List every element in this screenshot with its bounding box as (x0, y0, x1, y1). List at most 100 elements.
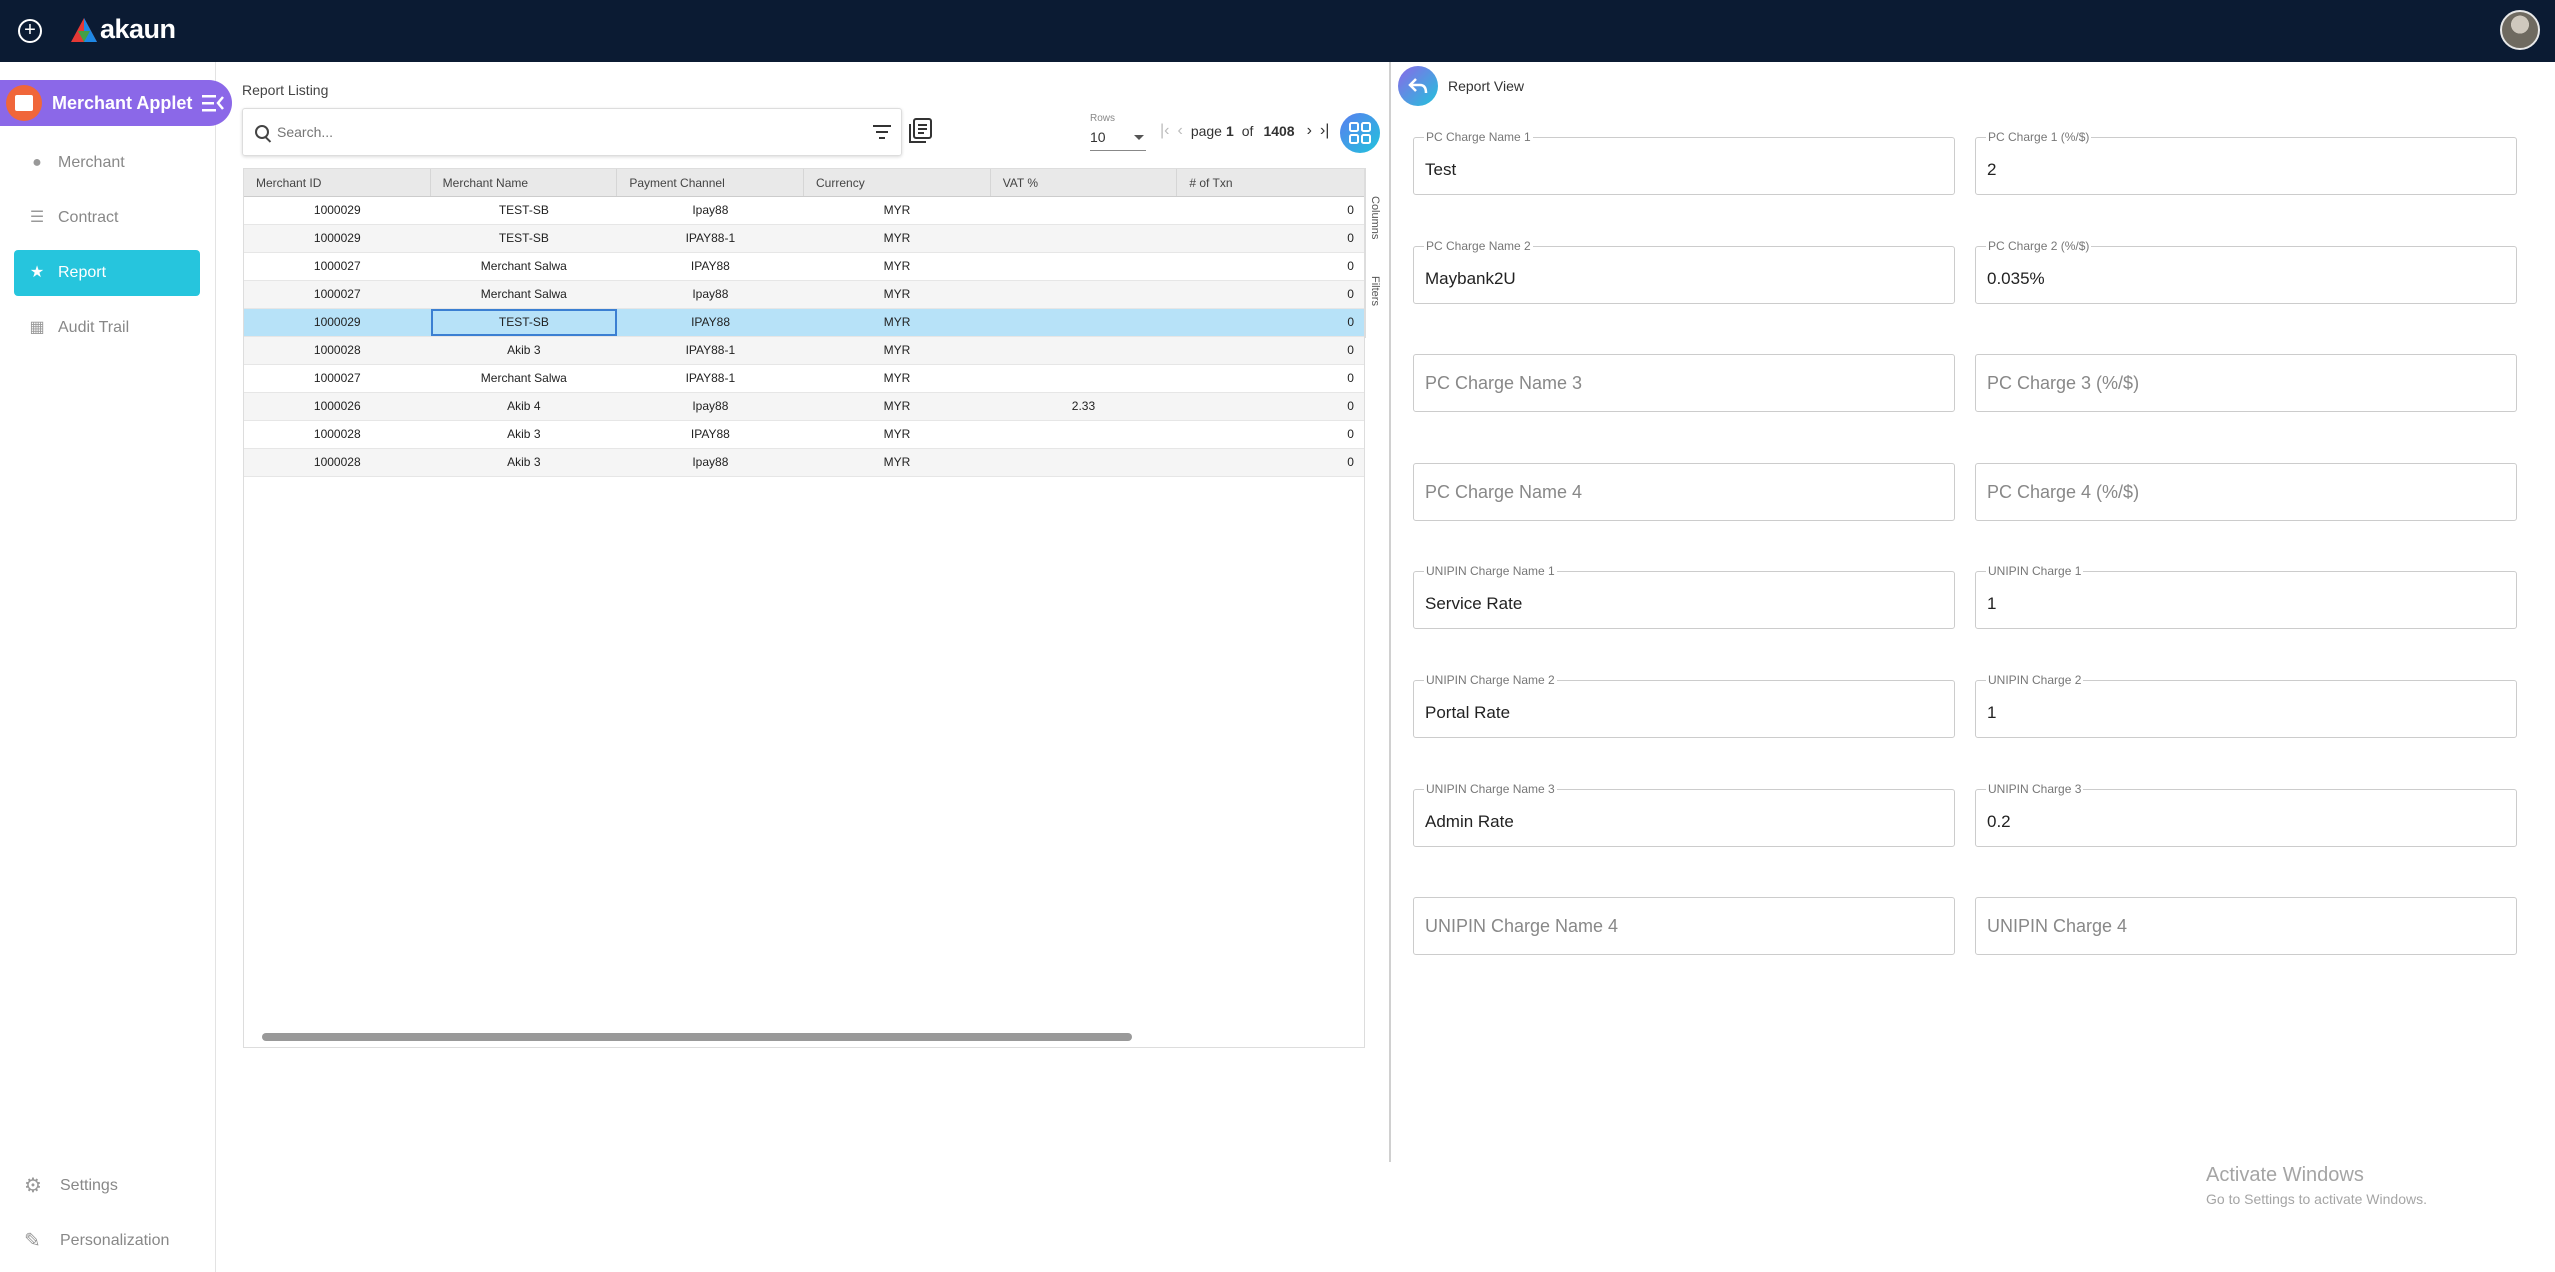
table-cell[interactable]: TEST-SB (431, 197, 618, 224)
filters-tab[interactable]: Filters (1369, 276, 1381, 306)
table-cell[interactable]: 0 (1177, 365, 1364, 392)
table-cell[interactable]: MYR (804, 393, 991, 420)
table-cell[interactable] (990, 337, 1177, 364)
field-placeholder[interactable]: PC Charge 3 (%/$) (1987, 373, 2139, 394)
field-placeholder[interactable]: UNIPIN Charge 4 (1987, 916, 2127, 937)
back-button[interactable] (1398, 66, 1438, 106)
prev-page-icon[interactable]: ‹ (1177, 122, 1182, 140)
search-input[interactable] (277, 124, 837, 140)
table-row[interactable]: 1000028 Akib 3 IPAY88 MYR 0 (244, 421, 1364, 449)
table-cell[interactable]: 1000029 (244, 225, 431, 252)
last-page-icon[interactable]: ›| (1320, 122, 1329, 140)
column-header[interactable]: Payment Channel (617, 169, 805, 196)
table-cell[interactable]: MYR (804, 449, 991, 476)
table-cell[interactable] (990, 309, 1177, 336)
form-field[interactable]: PC Charge 1 (%/$) 2 (1975, 130, 2517, 195)
table-cell[interactable]: 1000027 (244, 365, 431, 392)
column-header[interactable]: VAT % (991, 169, 1178, 196)
table-row[interactable]: 1000029 TEST-SB Ipay88 MYR 0 (244, 197, 1364, 225)
field-placeholder[interactable]: PC Charge Name 3 (1425, 373, 1582, 394)
form-field[interactable]: PC Charge 2 (%/$) 0.035% (1975, 238, 2517, 304)
table-cell[interactable]: 2.33 (990, 393, 1177, 420)
table-cell[interactable]: 1000029 (244, 309, 431, 336)
column-header[interactable]: Merchant ID (244, 169, 431, 196)
table-cell[interactable]: MYR (804, 281, 991, 308)
horizontal-scrollbar[interactable] (246, 1030, 1362, 1044)
table-cell[interactable]: 1000027 (244, 281, 431, 308)
applet-header[interactable]: Merchant Applet (0, 80, 232, 126)
grid-view-button[interactable] (1340, 113, 1380, 153)
table-cell[interactable]: IPAY88 (617, 253, 804, 280)
table-row[interactable]: 1000027 Merchant Salwa Ipay88 MYR 0 (244, 281, 1364, 309)
field-value[interactable]: Service Rate (1425, 594, 1522, 614)
table-cell[interactable]: 1000026 (244, 393, 431, 420)
table-cell[interactable]: Ipay88 (617, 393, 804, 420)
table-row[interactable]: 1000028 Akib 3 IPAY88-1 MYR 0 (244, 337, 1364, 365)
field-placeholder[interactable]: UNIPIN Charge Name 4 (1425, 916, 1618, 937)
table-cell[interactable]: MYR (804, 253, 991, 280)
columns-tab[interactable]: Columns (1369, 196, 1381, 239)
table-cell[interactable]: MYR (804, 337, 991, 364)
table-cell[interactable]: MYR (804, 197, 991, 224)
table-row[interactable]: 1000028 Akib 3 Ipay88 MYR 0 (244, 449, 1364, 477)
table-cell[interactable]: 0 (1177, 337, 1364, 364)
settings-link[interactable]: ⚙ Settings (24, 1175, 118, 1197)
form-field[interactable]: UNIPIN Charge 4 (1975, 897, 2517, 956)
form-field[interactable]: PC Charge Name 4 (1413, 462, 1955, 521)
form-field[interactable]: UNIPIN Charge Name 3 Admin Rate (1413, 781, 1955, 847)
field-value[interactable]: Test (1425, 160, 1456, 180)
menu-collapse-icon[interactable] (202, 93, 224, 113)
table-cell[interactable] (990, 421, 1177, 448)
table-cell[interactable]: IPAY88-1 (617, 225, 804, 252)
form-field[interactable]: UNIPIN Charge 2 1 (1975, 673, 2517, 738)
user-avatar[interactable] (2500, 10, 2540, 50)
table-cell[interactable]: IPAY88 (617, 309, 804, 336)
export-icon[interactable] (908, 118, 932, 144)
table-cell[interactable]: MYR (804, 225, 991, 252)
table-cell[interactable]: 0 (1177, 421, 1364, 448)
table-cell[interactable]: 1000028 (244, 337, 431, 364)
table-cell[interactable]: MYR (804, 421, 991, 448)
field-value[interactable]: 0.035% (1987, 269, 2045, 289)
table-cell[interactable]: TEST-SB (430, 309, 618, 336)
field-value[interactable]: Portal Rate (1425, 703, 1510, 723)
field-placeholder[interactable]: PC Charge 4 (%/$) (1987, 482, 2139, 503)
sidebar-item-audit-trail[interactable]: ▦ Audit Trail (14, 305, 200, 351)
table-cell[interactable]: Akib 4 (431, 393, 618, 420)
table-row[interactable]: 1000029 TEST-SB IPAY88 MYR 0 (244, 309, 1364, 337)
table-cell[interactable]: 0 (1177, 281, 1364, 308)
table-cell[interactable] (990, 281, 1177, 308)
table-row[interactable]: 1000027 Merchant Salwa IPAY88-1 MYR 0 (244, 365, 1364, 393)
field-value[interactable]: 2 (1987, 160, 1996, 180)
panel-divider[interactable] (1389, 62, 1391, 1162)
form-field[interactable]: PC Charge 4 (%/$) (1975, 462, 2517, 521)
table-cell[interactable]: Akib 3 (431, 337, 618, 364)
app-logo[interactable]: akaun (70, 14, 176, 45)
column-header[interactable]: # of Txn (1177, 169, 1364, 196)
table-cell[interactable]: 0 (1177, 393, 1364, 420)
table-row[interactable]: 1000026 Akib 4 Ipay88 MYR 2.33 0 (244, 393, 1364, 421)
sidebar-item-report[interactable]: ★ Report (14, 250, 200, 296)
table-cell[interactable]: Akib 3 (431, 449, 618, 476)
rows-per-page-select[interactable]: Rows 10 (1090, 111, 1146, 151)
table-cell[interactable]: Merchant Salwa (431, 365, 618, 392)
table-cell[interactable]: 0 (1177, 225, 1364, 252)
first-page-icon[interactable]: |‹ (1160, 122, 1169, 140)
sidebar-item-merchant[interactable]: ● Merchant (14, 140, 200, 186)
table-cell[interactable]: 0 (1177, 309, 1364, 336)
form-field[interactable]: UNIPIN Charge 3 0.2 (1975, 781, 2517, 847)
table-row[interactable]: 1000029 TEST-SB IPAY88-1 MYR 0 (244, 225, 1364, 253)
form-field[interactable]: PC Charge 3 (%/$) (1975, 354, 2517, 413)
table-cell[interactable]: 1000027 (244, 253, 431, 280)
field-value[interactable]: 0.2 (1987, 812, 2011, 832)
table-cell[interactable]: 1000029 (244, 197, 431, 224)
table-cell[interactable]: Merchant Salwa (431, 281, 618, 308)
table-cell[interactable]: Merchant Salwa (431, 253, 618, 280)
form-field[interactable]: UNIPIN Charge Name 1 Service Rate (1413, 564, 1955, 630)
table-row[interactable]: 1000027 Merchant Salwa IPAY88 MYR 0 (244, 253, 1364, 281)
table-cell[interactable]: 0 (1177, 449, 1364, 476)
filter-icon[interactable] (873, 124, 891, 140)
next-page-icon[interactable]: › (1307, 122, 1312, 140)
field-value[interactable]: Admin Rate (1425, 812, 1514, 832)
personalization-link[interactable]: ✎ Personalization (24, 1230, 169, 1252)
